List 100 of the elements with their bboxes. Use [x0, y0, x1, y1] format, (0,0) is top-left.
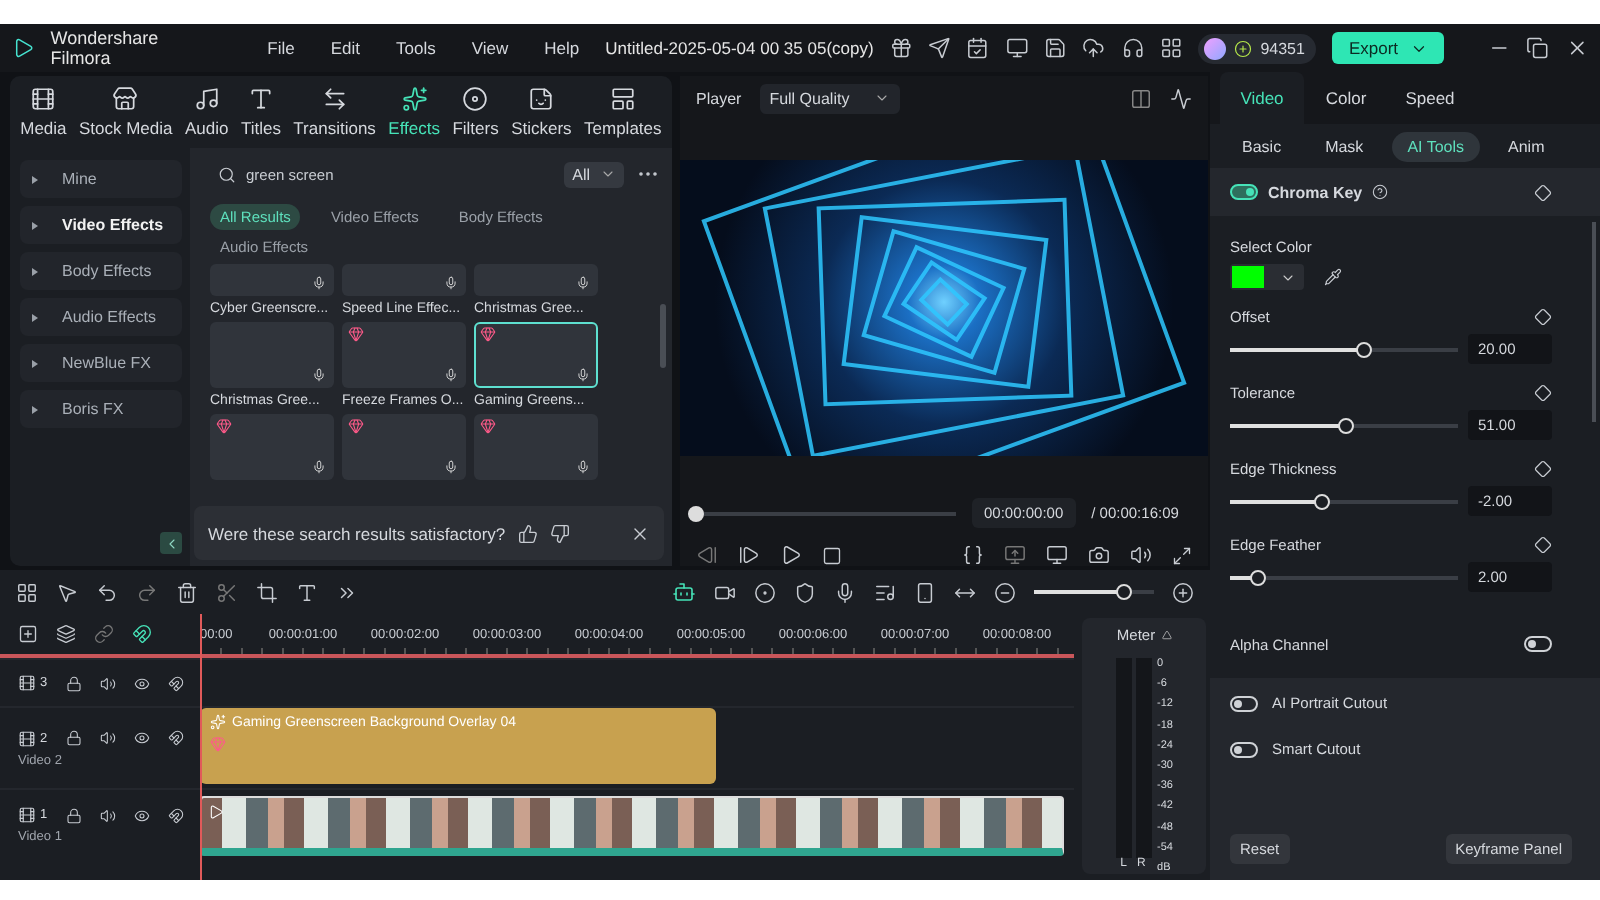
effect-thumbnail[interactable]	[474, 414, 598, 480]
effect-thumbnail[interactable]	[474, 264, 598, 296]
category-item[interactable]: Mine	[20, 160, 182, 198]
thumbs-up-icon[interactable]	[517, 523, 538, 543]
keyframe-icon[interactable]	[1534, 183, 1552, 201]
category-item[interactable]: NewBlue FX	[20, 344, 182, 382]
speaker-icon[interactable]	[99, 675, 116, 691]
restore-icon[interactable]	[1526, 36, 1550, 60]
play-icon[interactable]	[780, 544, 802, 566]
effect-thumbnail[interactable]	[210, 264, 334, 296]
text-icon[interactable]	[296, 581, 318, 603]
redo-icon[interactable]	[136, 581, 158, 603]
effect-thumbnail[interactable]	[210, 322, 334, 388]
media-tab[interactable]: Filters	[450, 86, 501, 138]
speaker-icon[interactable]	[99, 807, 116, 823]
keyframe-icon[interactable]	[1534, 535, 1552, 553]
layout-icon[interactable]	[1130, 87, 1152, 109]
media-tab[interactable]: Stickers	[509, 86, 574, 138]
grid-icon[interactable]	[1159, 36, 1183, 60]
scissors-icon[interactable]	[216, 581, 238, 603]
camera-icon[interactable]	[1088, 544, 1110, 566]
effect-thumbnail[interactable]	[342, 322, 466, 388]
fullscreen-icon[interactable]	[1172, 545, 1192, 565]
scope-dropdown[interactable]: All	[564, 161, 624, 187]
chroma-key-toggle[interactable]	[1230, 184, 1258, 200]
lock-icon[interactable]	[65, 675, 82, 691]
delete-icon[interactable]	[176, 581, 198, 603]
effect-thumbnail[interactable]	[210, 414, 334, 480]
media-tab[interactable]: Media	[18, 86, 69, 138]
film-icon[interactable]	[18, 806, 36, 824]
media-tab[interactable]: Transitions	[291, 86, 378, 138]
property-tab[interactable]: Speed	[1388, 72, 1472, 124]
property-subtab[interactable]: Mask	[1309, 131, 1380, 161]
music-list-icon[interactable]	[874, 581, 896, 603]
category-item[interactable]: Audio Effects	[20, 298, 182, 336]
slider-thumb[interactable]	[1313, 493, 1330, 509]
link-icon[interactable]	[94, 624, 114, 644]
camera-icon[interactable]	[714, 581, 736, 603]
category-item[interactable]: Video Effects	[20, 206, 182, 244]
media-tab[interactable]: Stock Media	[76, 86, 175, 138]
keyframe-icon[interactable]	[1534, 383, 1552, 401]
property-tab[interactable]: Video	[1220, 72, 1304, 124]
headset-icon[interactable]	[1121, 36, 1144, 60]
film-icon[interactable]	[18, 729, 36, 747]
magnet-icon[interactable]	[167, 807, 184, 823]
close-icon[interactable]	[1565, 36, 1588, 60]
progress-thumb[interactable]	[688, 505, 704, 521]
speaker-icon[interactable]	[99, 730, 116, 746]
magnet-icon[interactable]	[167, 730, 184, 746]
layers-icon[interactable]	[56, 624, 76, 644]
gift-icon[interactable]	[889, 36, 913, 60]
undo-icon[interactable]	[96, 581, 118, 603]
pointer-icon[interactable]	[56, 581, 78, 603]
alpha-channel-toggle[interactable]	[1524, 636, 1552, 652]
slider-thumb[interactable]	[1249, 569, 1266, 585]
previous-frame-icon[interactable]	[696, 544, 718, 566]
menu-item[interactable]: Tools	[386, 38, 446, 58]
keyframe-icon[interactable]	[1534, 459, 1552, 477]
record-icon[interactable]	[754, 581, 776, 603]
add-track-icon[interactable]	[18, 624, 38, 644]
close-icon[interactable]	[630, 523, 650, 543]
effect-thumbnail[interactable]	[342, 264, 466, 296]
zoom-thumb[interactable]	[1116, 584, 1132, 600]
effect-thumbnail[interactable]	[342, 414, 466, 480]
property-tab[interactable]: Color	[1304, 72, 1388, 124]
slider-thumb[interactable]	[1356, 341, 1373, 357]
volume-icon[interactable]	[1130, 544, 1152, 566]
slider-thumb[interactable]	[1338, 417, 1355, 433]
eye-icon[interactable]	[133, 730, 150, 746]
help-icon[interactable]	[1372, 184, 1389, 200]
zoom-out-icon[interactable]	[994, 581, 1016, 603]
effect-thumbnail[interactable]	[474, 322, 598, 388]
shield-icon[interactable]	[794, 581, 816, 603]
save-icon[interactable]	[1044, 36, 1067, 60]
grid-icon[interactable]	[16, 581, 38, 603]
media-tab[interactable]: Titles	[238, 86, 283, 138]
send-icon[interactable]	[928, 36, 951, 60]
phone-icon[interactable]	[914, 581, 936, 603]
category-item[interactable]: Body Effects	[20, 252, 182, 290]
eyedropper-icon[interactable]	[1324, 268, 1342, 286]
cutout-toggle[interactable]	[1230, 741, 1258, 757]
mic-icon[interactable]	[834, 581, 856, 603]
lock-icon[interactable]	[65, 730, 82, 746]
monitor-icon[interactable]	[1005, 36, 1029, 60]
eye-icon[interactable]	[133, 675, 150, 691]
collapse-button[interactable]	[160, 532, 182, 554]
menu-item[interactable]: Edit	[320, 38, 371, 58]
property-subtab[interactable]: Anim	[1492, 131, 1561, 161]
robot-icon[interactable]	[672, 580, 696, 604]
cutout-toggle[interactable]	[1230, 695, 1258, 711]
waveform-icon[interactable]	[1170, 87, 1192, 109]
monitor-icon[interactable]	[1046, 544, 1068, 566]
property-subtab[interactable]: AI Tools	[1391, 131, 1480, 161]
quality-dropdown[interactable]: Full Quality	[759, 83, 900, 113]
next-frame-icon[interactable]	[738, 544, 760, 566]
credits-badge[interactable]: 94351	[1198, 33, 1317, 63]
media-tab[interactable]: Templates	[582, 86, 664, 138]
mark-icon[interactable]	[962, 544, 984, 566]
color-picker[interactable]	[1230, 264, 1304, 290]
thumbs-down-icon[interactable]	[549, 523, 570, 543]
